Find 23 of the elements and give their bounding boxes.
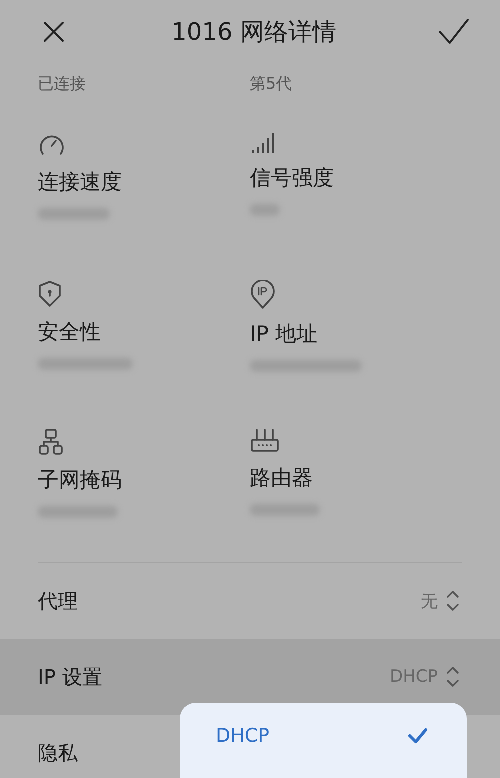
status-text: 第5代 bbox=[250, 74, 292, 95]
network-nodes-icon bbox=[38, 428, 64, 456]
signal-icon bbox=[250, 132, 276, 154]
setting-value: 无 bbox=[421, 590, 438, 612]
detail-label: 子网掩码 bbox=[38, 467, 122, 494]
setting-label: 代理 bbox=[38, 588, 78, 614]
detail-label: 连接速度 bbox=[38, 169, 122, 196]
router-icon bbox=[250, 428, 280, 454]
menu-option[interactable]: DHCP bbox=[216, 725, 270, 747]
up-down-chevron-icon bbox=[446, 665, 460, 689]
detail-label: 安全性 bbox=[38, 319, 101, 346]
location-pin-icon bbox=[250, 280, 276, 310]
detail-label: 路由器 bbox=[250, 465, 313, 492]
detail-label: IP 地址 bbox=[250, 321, 318, 348]
detail-label: 信号强度 bbox=[250, 165, 334, 192]
settings-row[interactable]: IP 设置 DHCP bbox=[0, 639, 500, 715]
setting-value: DHCP bbox=[390, 667, 438, 687]
up-down-chevron-icon bbox=[446, 589, 460, 613]
page-title: 1016 网络详情 bbox=[172, 17, 336, 48]
status-text: 已连接 bbox=[38, 74, 86, 95]
setting-label: IP 设置 bbox=[38, 664, 102, 690]
shield-icon bbox=[38, 280, 62, 308]
setting-label: 隐私 bbox=[38, 740, 78, 766]
